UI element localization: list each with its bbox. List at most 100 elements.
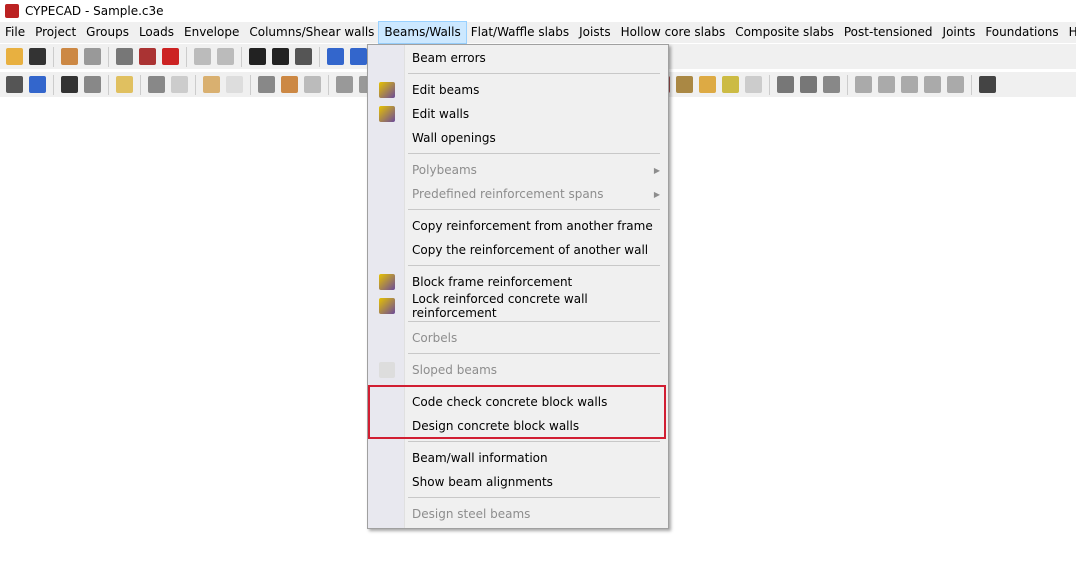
toolbar-tool-icon[interactable] <box>855 76 872 93</box>
menu-item-design-steel-beams[interactable]: Design steel beams <box>368 502 668 526</box>
toolbar-separator <box>769 74 770 95</box>
toolbar-tool-icon[interactable] <box>116 48 133 65</box>
toolbar-tool-icon[interactable] <box>139 48 156 65</box>
menu-foundations[interactable]: Foundations <box>980 22 1063 43</box>
toolbar-tool-icon[interactable] <box>29 76 46 93</box>
toolbar-tool-icon[interactable] <box>29 48 46 65</box>
menu-loads[interactable]: Loads <box>134 22 179 43</box>
menu-item-label: Copy the reinforcement of another wall <box>412 243 649 257</box>
toolbar-tool-icon[interactable] <box>777 76 794 93</box>
toolbar-tool-icon[interactable] <box>194 48 211 65</box>
toolbar-separator <box>53 74 54 95</box>
toolbar-tool-icon[interactable] <box>281 76 298 93</box>
toolbar-tool-icon[interactable] <box>295 48 312 65</box>
menu-envelope[interactable]: Envelope <box>179 22 244 43</box>
menu-item-block-frame-reinforcement[interactable]: Block frame reinforcement <box>368 270 668 294</box>
toolbar-separator <box>971 74 972 95</box>
toolbar-tool-icon[interactable] <box>878 76 895 93</box>
menu-separator <box>368 350 668 358</box>
menu-item-corbels[interactable]: Corbels <box>368 326 668 350</box>
toolbar-tool-icon[interactable] <box>745 76 762 93</box>
toolbar-tool-icon[interactable] <box>722 76 739 93</box>
toolbar-tool-icon[interactable] <box>979 76 996 93</box>
toolbar-tool-icon[interactable] <box>162 48 179 65</box>
toolbar-tool-icon[interactable] <box>61 48 78 65</box>
menu-item-label: Sloped beams <box>412 363 498 377</box>
menu-composite-slabs[interactable]: Composite slabs <box>730 22 839 43</box>
menu-item-label: Show beam alignments <box>412 475 553 489</box>
sloped-beams-icon <box>379 362 395 378</box>
toolbar-tool-icon[interactable] <box>61 76 78 93</box>
toolbar-tool-icon[interactable] <box>350 48 367 65</box>
menu-item-copy-the-reinforcement-of-another-wall[interactable]: Copy the reinforcement of another wall <box>368 238 668 262</box>
toolbar-tool-icon[interactable] <box>249 48 266 65</box>
menu-groups[interactable]: Groups <box>81 22 134 43</box>
menu-project[interactable]: Project <box>30 22 81 43</box>
menu-item-label: Wall openings <box>412 131 496 145</box>
menu-beams-walls[interactable]: Beams/Walls <box>378 21 467 44</box>
toolbar-separator <box>53 46 54 67</box>
toolbar-tool-icon[interactable] <box>217 48 234 65</box>
edit-walls-icon <box>379 106 395 122</box>
toolbar-tool-icon[interactable] <box>258 76 275 93</box>
toolbar-tool-icon[interactable] <box>6 48 23 65</box>
menu-separator <box>368 206 668 214</box>
menu-item-copy-reinforcement-from-another-frame[interactable]: Copy reinforcement from another frame <box>368 214 668 238</box>
menu-post-tensioned[interactable]: Post-tensioned <box>839 22 938 43</box>
toolbar-tool-icon[interactable] <box>226 76 243 93</box>
toolbar-separator <box>241 46 242 67</box>
toolbar-tool-icon[interactable] <box>304 76 321 93</box>
toolbar-tool-icon[interactable] <box>171 76 188 93</box>
toolbar-tool-icon[interactable] <box>336 76 353 93</box>
menu-item-beam-errors[interactable]: Beam errors <box>368 46 668 70</box>
menu-flat-waffle-slabs[interactable]: Flat/Waffle slabs <box>466 22 574 43</box>
toolbar-separator <box>847 74 848 95</box>
menu-joints[interactable]: Joints <box>938 22 981 43</box>
toolbar-tool-icon[interactable] <box>84 48 101 65</box>
app-icon <box>5 4 19 18</box>
toolbar-tool-icon[interactable] <box>116 76 133 93</box>
menu-columns-shear-walls[interactable]: Columns/Shear walls <box>244 22 379 43</box>
toolbar-tool-icon[interactable] <box>676 76 693 93</box>
menu-item-predefined-reinforcement-spans[interactable]: Predefined reinforcement spans ▶ <box>368 182 668 206</box>
toolbar-tool-icon[interactable] <box>800 76 817 93</box>
toolbar-tool-icon[interactable] <box>6 76 23 93</box>
title-bar: CYPECAD - Sample.c3e <box>0 0 1076 22</box>
toolbar-tool-icon[interactable] <box>924 76 941 93</box>
submenu-arrow-icon: ▶ <box>653 165 660 175</box>
toolbar-tool-icon[interactable] <box>823 76 840 93</box>
toolbar-tool-icon[interactable] <box>901 76 918 93</box>
menu-item-lock-reinforced-concrete-wall-reinforcement[interactable]: Lock reinforced concrete wall reinforcem… <box>368 292 668 320</box>
menu-item-edit-beams[interactable]: Edit beams <box>368 78 668 102</box>
menu-item-polybeams[interactable]: Polybeams ▶ <box>368 158 668 182</box>
toolbar-separator <box>195 74 196 95</box>
menu-item-label: Polybeams <box>412 163 477 177</box>
toolbar-tool-icon[interactable] <box>84 76 101 93</box>
toolbar-separator <box>328 74 329 95</box>
toolbar-separator <box>250 74 251 95</box>
block-frame-icon <box>379 274 395 290</box>
toolbar-separator <box>108 74 109 95</box>
menu-hollow-core-slabs[interactable]: Hollow core slabs <box>616 22 731 43</box>
menu-item-label: Lock reinforced concrete wall reinforcem… <box>412 292 588 320</box>
menu-help[interactable]: Help <box>1064 22 1076 43</box>
toolbar-tool-icon[interactable] <box>148 76 165 93</box>
toolbar-tool-icon[interactable] <box>947 76 964 93</box>
menu-item-label: Design steel beams <box>412 507 531 521</box>
toolbar-tool-icon[interactable] <box>327 48 344 65</box>
menu-item-wall-openings[interactable]: Wall openings <box>368 126 668 150</box>
toolbar-tool-icon[interactable] <box>272 48 289 65</box>
toolbar-separator <box>108 46 109 67</box>
toolbar-tool-icon[interactable] <box>699 76 716 93</box>
menu-item-show-beam-alignments[interactable]: Show beam alignments <box>368 470 668 494</box>
menu-item-label: Block frame reinforcement <box>412 275 573 289</box>
menu-item-edit-walls[interactable]: Edit walls <box>368 102 668 126</box>
menu-file[interactable]: File <box>0 22 30 43</box>
menu-item-label: Edit walls <box>412 107 470 121</box>
menu-separator <box>368 70 668 78</box>
toolbar-tool-icon[interactable] <box>203 76 220 93</box>
menu-item-label: Corbels <box>412 331 458 345</box>
menu-item-beam-wall-information[interactable]: Beam/wall information <box>368 446 668 470</box>
menu-joists[interactable]: Joists <box>574 22 615 43</box>
menu-item-sloped-beams[interactable]: Sloped beams <box>368 358 668 382</box>
